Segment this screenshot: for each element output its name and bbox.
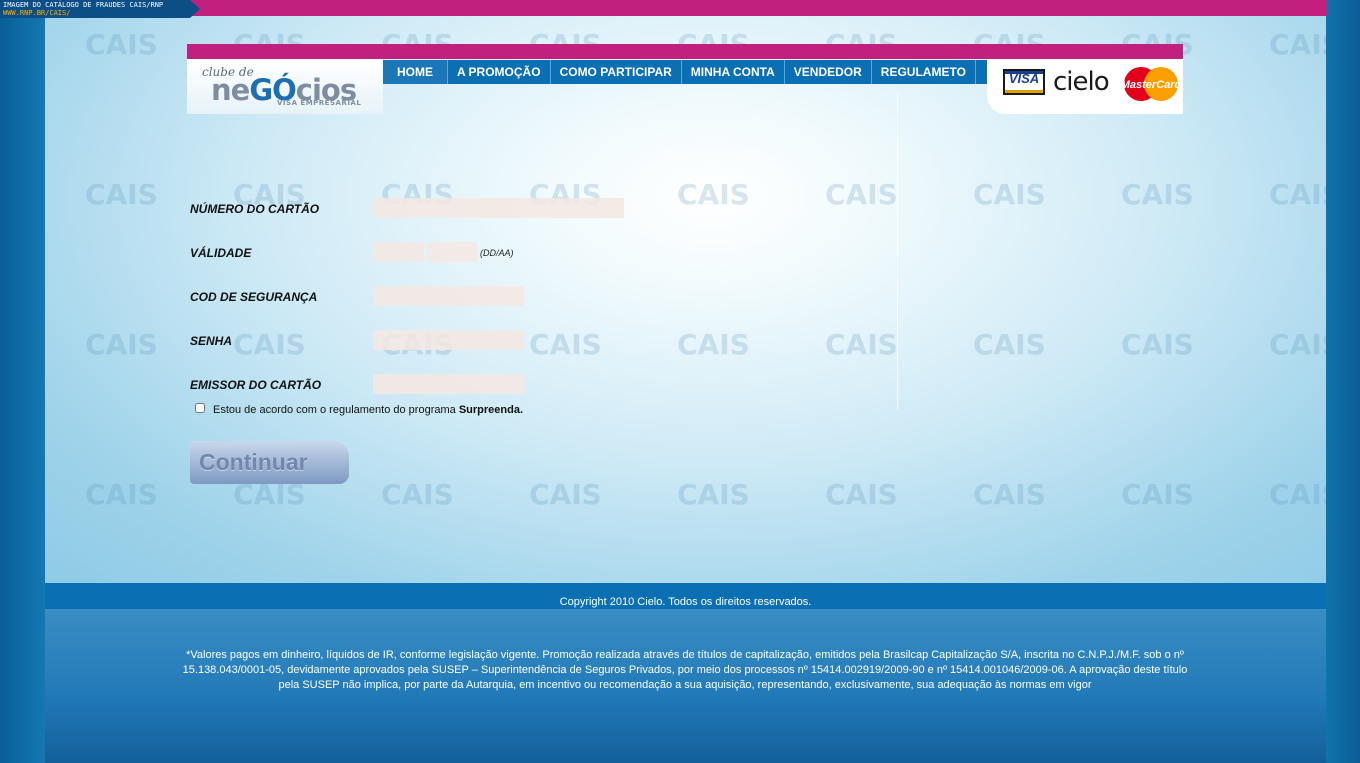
cais-watermark: CAIS <box>1269 178 1326 211</box>
issuer-input[interactable] <box>373 374 524 394</box>
catalog-stamp: IMAGEM DO CATÁLOGO DE FRAUDES CAIS/RNP W… <box>0 0 200 18</box>
validity-label: VÁLIDADE <box>190 246 252 260</box>
card-brands-box: VISA cielo MasterCard <box>987 59 1183 114</box>
catalog-stamp-line2: WWW.RNP.BR/CAIS/ <box>3 9 71 17</box>
password-input[interactable] <box>373 330 524 350</box>
issuer-label: EMISSOR DO CARTÃO <box>190 378 322 392</box>
agree-text: Estou de acordo com o regulamento do pro… <box>213 404 524 416</box>
cais-watermark: CAIS <box>825 478 898 511</box>
cais-watermark: CAIS <box>973 178 1046 211</box>
cais-watermark: CAIS <box>85 478 158 511</box>
logo-sub-text: VISA EMPRESARIAL <box>277 99 362 107</box>
visa-logo: VISA <box>1003 69 1045 95</box>
cais-watermark: CAIS <box>825 178 898 211</box>
security-code-input[interactable] <box>373 286 524 306</box>
nav-a-promocao[interactable]: A PROMOÇÃO <box>448 60 551 84</box>
cais-watermark: CAIS <box>677 478 750 511</box>
cais-watermark: CAIS <box>85 178 158 211</box>
validity-year-input[interactable] <box>427 242 477 262</box>
nav-vendedor[interactable]: VENDEDOR <box>785 60 872 84</box>
cais-watermark: CAIS <box>1269 28 1326 61</box>
cais-watermark: CAIS <box>1269 328 1326 361</box>
cais-watermark: CAIS <box>85 28 158 61</box>
cais-watermark: CAIS <box>1269 478 1326 511</box>
cais-watermark: CAIS <box>1121 328 1194 361</box>
copyright-text: Copyright 2010 Cielo. Todos os direitos … <box>559 596 812 608</box>
content-divider <box>897 94 898 409</box>
cais-watermark: CAIS <box>825 328 898 361</box>
main-nav: HOME A PROMOÇÃO COMO PARTICIPAR MINHA CO… <box>383 60 1023 84</box>
password-label: SENHA <box>190 334 233 348</box>
validity-month-input[interactable] <box>373 242 424 262</box>
cais-watermark: CAIS <box>233 328 306 361</box>
cais-watermark: CAIS <box>677 178 750 211</box>
footer-copyright-bar: Copyright 2010 Cielo. Todos os direitos … <box>45 583 1326 609</box>
continue-button[interactable]: Continuar <box>190 441 349 484</box>
cais-watermark: CAIS <box>677 328 750 361</box>
agree-program-name: Surpreenda. <box>458 404 524 416</box>
cais-watermark: CAIS <box>973 478 1046 511</box>
clube-de-negocios-logo[interactable]: clube de neGÓcios VISA EMPRESARIAL <box>187 59 383 114</box>
nav-como-participar[interactable]: COMO PARTICIPAR <box>551 60 682 84</box>
cais-watermark: CAIS <box>1121 178 1194 211</box>
card-number-label: NÚMERO DO CARTÃO <box>190 202 320 216</box>
nav-home[interactable]: HOME <box>383 60 448 84</box>
nav-regulamento[interactable]: REGULAMETO <box>872 60 976 84</box>
cielo-logo: cielo <box>1053 67 1110 97</box>
cais-watermark: CAIS <box>85 328 158 361</box>
header-pink-bar <box>187 44 1183 59</box>
left-frame <box>0 18 45 763</box>
cais-watermark: CAIS <box>973 328 1046 361</box>
cais-watermark: CAIS <box>381 478 454 511</box>
right-frame <box>1326 0 1360 763</box>
top-pink-strip <box>190 0 1327 16</box>
svg-text:MasterCard: MasterCard <box>1121 79 1181 91</box>
security-code-label: COD DE SEGURANÇA <box>190 290 318 304</box>
agree-checkbox[interactable] <box>195 403 205 413</box>
validity-hint: (DD/AA) <box>480 248 514 258</box>
cais-watermark: CAIS <box>529 328 602 361</box>
nav-minha-conta[interactable]: MINHA CONTA <box>682 60 785 84</box>
cais-watermark: CAIS <box>529 478 602 511</box>
cais-watermark: CAIS <box>1121 478 1194 511</box>
card-number-input[interactable] <box>373 198 624 218</box>
catalog-stamp-line1: IMAGEM DO CATÁLOGO DE FRAUDES CAIS/RNP <box>3 1 164 9</box>
mastercard-logo: MasterCard <box>1121 67 1181 101</box>
footer-disclaimer: *Valores pagos em dinheiro, líquidos de … <box>182 649 1188 691</box>
